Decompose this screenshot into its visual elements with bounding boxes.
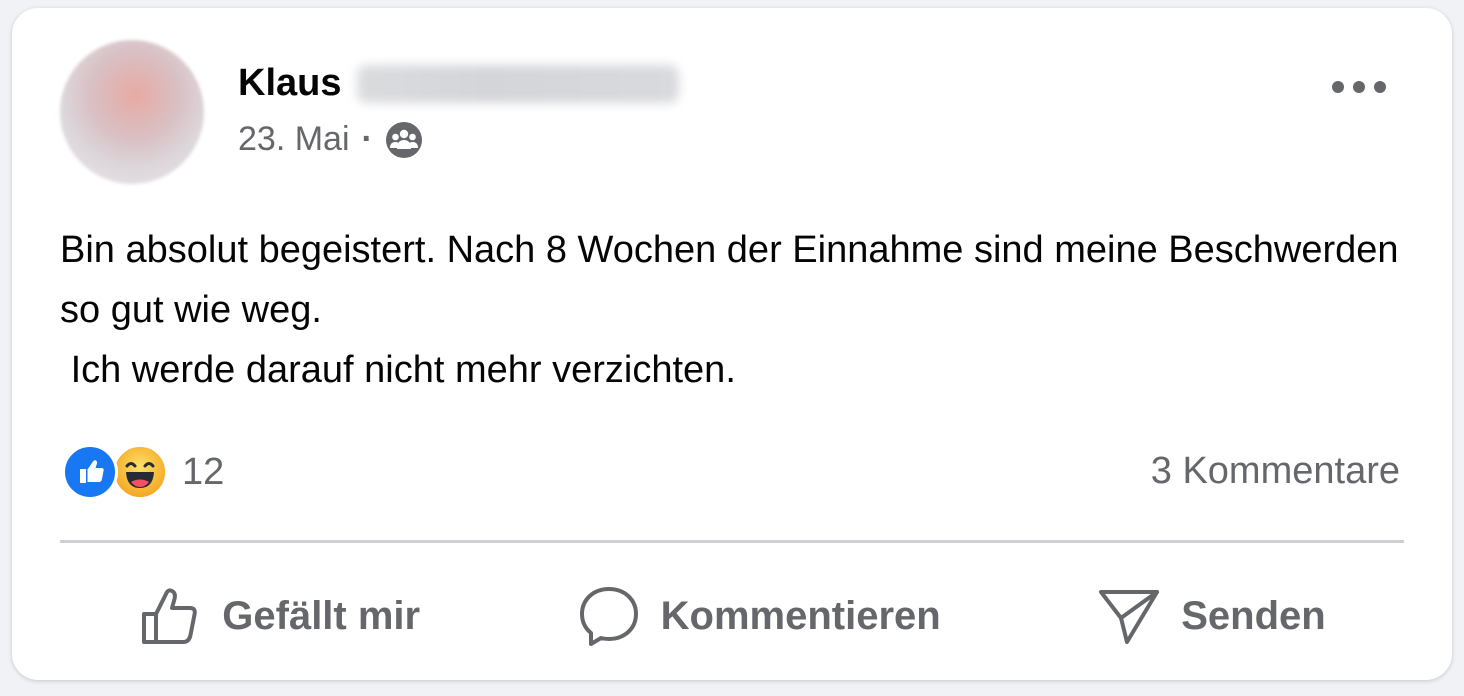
more-options-icon[interactable]: [1332, 70, 1386, 104]
author-last-name-blurred: [357, 64, 680, 103]
like-button[interactable]: Gefällt mir: [138, 584, 420, 648]
more-dot: [1332, 81, 1344, 93]
friends-icon[interactable]: [385, 121, 423, 159]
reaction-summary[interactable]: 12: [62, 444, 224, 500]
send-icon: [1099, 590, 1160, 644]
comment-bubble-icon: [579, 587, 638, 646]
post-card: Klaus 23. Mai · Bin absolut begeistert. …: [12, 8, 1452, 680]
comment-count-link[interactable]: 3 Kommentare: [1151, 450, 1400, 493]
author-name[interactable]: Klaus: [238, 62, 680, 105]
comment-button[interactable]: Kommentieren: [577, 584, 941, 648]
author-avatar[interactable]: [60, 40, 204, 184]
divider: [60, 540, 1404, 543]
like-reaction-icon: [62, 444, 118, 500]
post-date[interactable]: 23. Mai: [238, 120, 350, 159]
comment-button-label: Kommentieren: [660, 593, 941, 638]
haha-reaction-icon: [112, 444, 168, 500]
share-button[interactable]: Senden: [1097, 584, 1326, 648]
author-first-name[interactable]: Klaus: [238, 62, 341, 105]
more-dot: [1353, 81, 1365, 93]
action-bar: Gefällt mir Kommentieren Senden: [60, 568, 1404, 664]
meta-separator: ·: [361, 120, 373, 158]
reaction-count: 12: [182, 450, 225, 493]
like-button-label: Gefällt mir: [222, 593, 421, 638]
post-meta: 23. Mai ·: [238, 120, 423, 159]
share-button-label: Senden: [1181, 593, 1326, 638]
more-dot: [1374, 81, 1386, 93]
post-text: Bin absolut begeistert. Nach 8 Wochen de…: [60, 229, 1399, 391]
thumbs-up-icon: [142, 588, 198, 644]
